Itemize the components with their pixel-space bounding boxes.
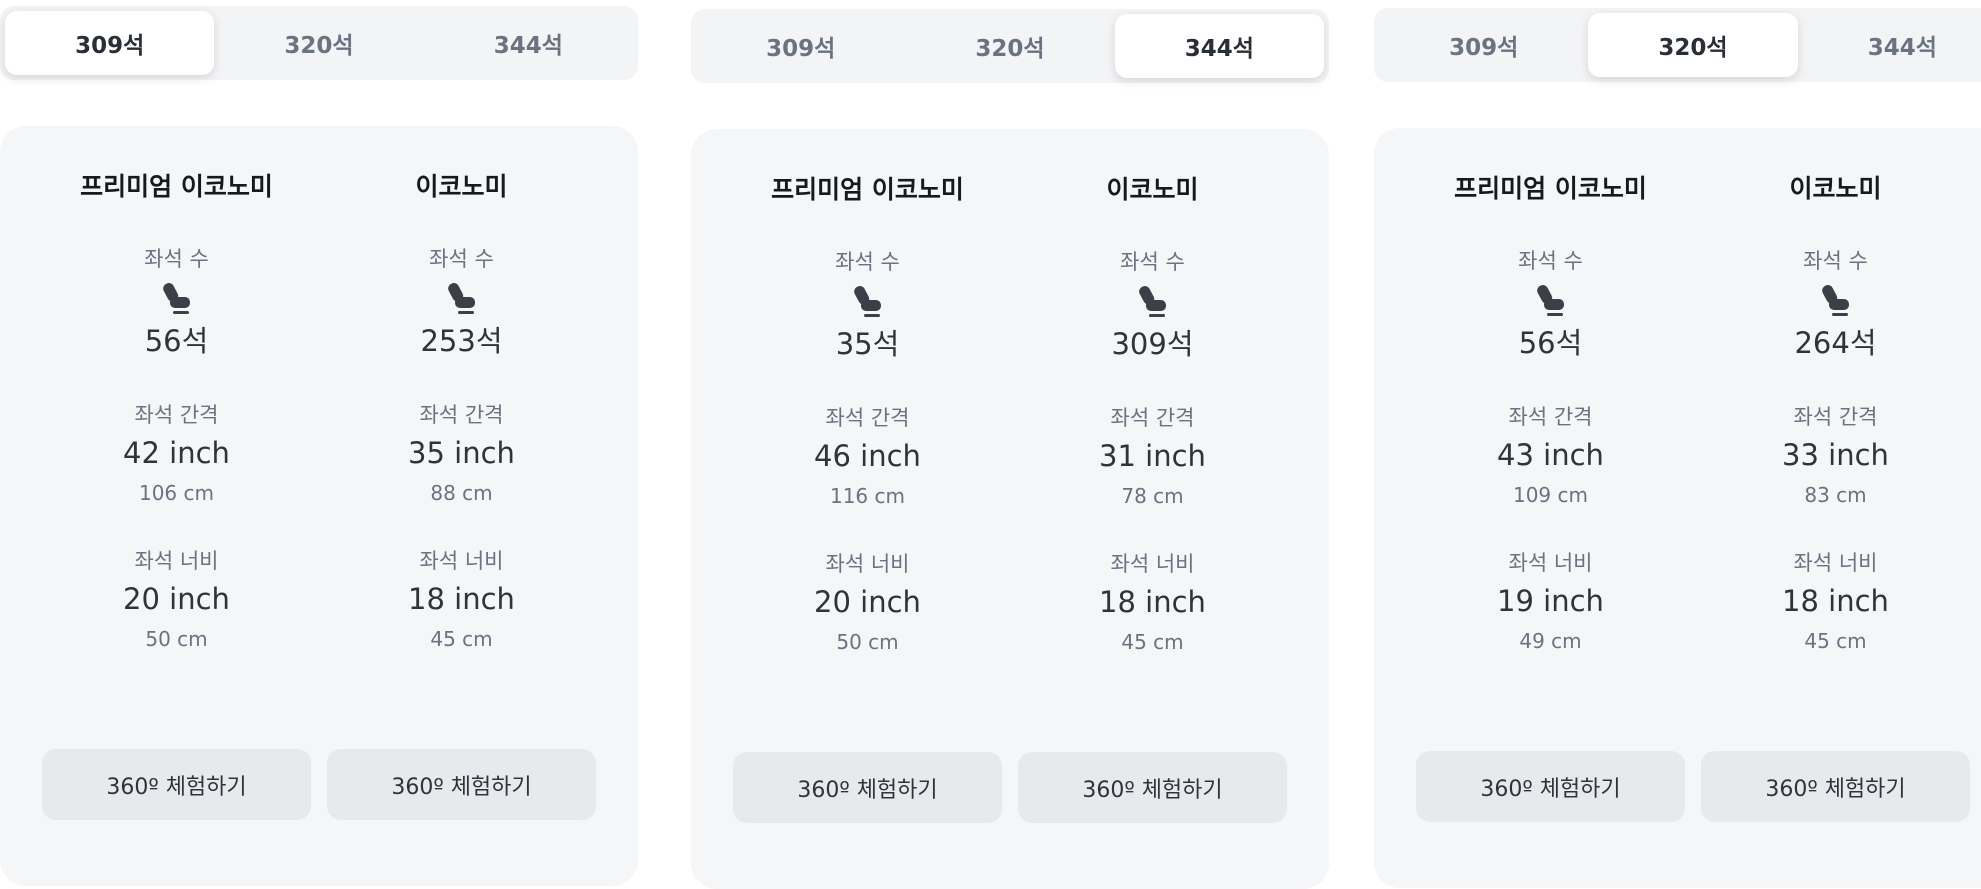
seat-count-value: 309석 <box>1111 327 1194 361</box>
seat-pitch-label: 좌석 간격 <box>1508 405 1593 429</box>
seat-count-label: 좌석 수 <box>1120 250 1185 274</box>
class-title: 프리미엄 이코노미 <box>771 175 964 204</box>
seat-width-cm: 45 cm <box>430 627 493 651</box>
economy-column: 이코노미 좌석 수 253석 좌석 간격 35 inch 88 cm 좌석 너비 <box>319 126 604 657</box>
seat-pitch-inch: 31 inch <box>1099 439 1206 473</box>
seat-pitch-inch: 42 inch <box>123 436 230 470</box>
tab-309[interactable]: 309석 <box>1379 13 1588 77</box>
seat-width-inch: 20 inch <box>814 585 921 619</box>
view-360-button[interactable]: 360º 체험하기 <box>1018 752 1287 823</box>
seat-pitch-cm: 88 cm <box>430 481 493 505</box>
aircraft-config-tabs: 309석 320석 344석 <box>1374 8 1981 82</box>
tab-309[interactable]: 309석 <box>696 14 905 78</box>
class-title: 이코노미 <box>1106 175 1199 204</box>
tab-320[interactable]: 320석 <box>214 11 423 75</box>
seat-width-label: 좌석 너비 <box>825 552 910 576</box>
seat-pitch-inch: 35 inch <box>408 436 515 470</box>
seat-count-value: 56석 <box>1518 326 1583 360</box>
seat-width-cm: 49 cm <box>1519 629 1582 653</box>
seat-count-value: 264석 <box>1794 326 1877 360</box>
economy-column: 이코노미 좌석 수 264석 좌석 간격 33 inch 83 cm 좌석 너비 <box>1693 128 1978 659</box>
seat-pitch-label: 좌석 간격 <box>1793 405 1878 429</box>
seat-icon <box>1408 281 1693 321</box>
tab-309[interactable]: 309석 <box>5 11 215 75</box>
premium-economy-column: 프리미엄 이코노미 좌석 수 56석 좌석 간격 42 inch 106 cm … <box>34 126 319 657</box>
view-360-button[interactable]: 360º 체험하기 <box>327 749 596 820</box>
seat-width-label: 좌석 너비 <box>1110 552 1195 576</box>
tab-344[interactable]: 344석 <box>1114 14 1324 78</box>
seat-width-inch: 20 inch <box>123 582 230 616</box>
seat-pitch-label: 좌석 간격 <box>825 406 910 430</box>
seat-width-label: 좌석 너비 <box>419 549 504 573</box>
seat-pitch-label: 좌석 간격 <box>134 403 219 427</box>
seat-icon <box>1010 282 1295 322</box>
seat-count-label: 좌석 수 <box>429 247 494 271</box>
view-360-button[interactable]: 360º 체험하기 <box>1701 751 1970 822</box>
seat-width-label: 좌석 너비 <box>1793 551 1878 575</box>
seat-width-label: 좌석 너비 <box>1508 551 1593 575</box>
seat-pitch-cm: 106 cm <box>138 481 214 505</box>
class-title: 프리미엄 이코노미 <box>1454 174 1647 203</box>
aircraft-config-tabs: 309석 320석 344석 <box>691 9 1329 83</box>
seat-spec-card: 프리미엄 이코노미 좌석 수 56석 좌석 간격 43 inch 109 cm … <box>1374 128 1981 888</box>
seat-pitch-label: 좌석 간격 <box>419 403 504 427</box>
premium-economy-column: 프리미엄 이코노미 좌석 수 56석 좌석 간격 43 inch 109 cm … <box>1408 128 1693 659</box>
seat-width-cm: 45 cm <box>1804 629 1867 653</box>
seat-width-inch: 18 inch <box>1782 584 1889 618</box>
seat-width-label: 좌석 너비 <box>134 549 219 573</box>
tab-320[interactable]: 320석 <box>905 14 1114 78</box>
seat-pitch-inch: 33 inch <box>1782 438 1889 472</box>
seat-width-cm: 50 cm <box>836 630 899 654</box>
seat-pitch-inch: 43 inch <box>1497 438 1604 472</box>
seat-icon <box>725 282 1010 322</box>
seat-width-cm: 50 cm <box>145 627 208 651</box>
tab-344[interactable]: 344석 <box>1798 13 1981 77</box>
seat-spec-card: 프리미엄 이코노미 좌석 수 56석 좌석 간격 42 inch 106 cm … <box>0 126 638 886</box>
seat-count-label: 좌석 수 <box>144 247 209 271</box>
seat-icon <box>34 279 319 319</box>
seat-count-label: 좌석 수 <box>835 250 900 274</box>
seat-icon <box>1693 281 1978 321</box>
economy-column: 이코노미 좌석 수 309석 좌석 간격 31 inch 78 cm 좌석 너비 <box>1010 129 1295 660</box>
seat-count-value: 56석 <box>144 324 209 358</box>
view-360-button[interactable]: 360º 체험하기 <box>1416 751 1685 822</box>
seat-width-inch: 18 inch <box>408 582 515 616</box>
premium-economy-column: 프리미엄 이코노미 좌석 수 35석 좌석 간격 46 inch 116 cm … <box>725 129 1010 660</box>
seat-pitch-cm: 83 cm <box>1804 483 1867 507</box>
seat-spec-card: 프리미엄 이코노미 좌석 수 35석 좌석 간격 46 inch 116 cm … <box>691 129 1329 889</box>
seat-count-label: 좌석 수 <box>1803 249 1868 273</box>
seat-count-label: 좌석 수 <box>1518 249 1583 273</box>
class-title: 이코노미 <box>1789 174 1882 203</box>
seat-width-inch: 19 inch <box>1497 584 1604 618</box>
tab-320[interactable]: 320석 <box>1588 13 1798 77</box>
seat-pitch-cm: 116 cm <box>829 484 905 508</box>
seat-pitch-label: 좌석 간격 <box>1110 406 1195 430</box>
class-title: 이코노미 <box>415 172 508 201</box>
seat-count-value: 35석 <box>835 327 900 361</box>
seat-count-value: 253석 <box>420 324 503 358</box>
seat-width-cm: 45 cm <box>1121 630 1184 654</box>
aircraft-config-tabs: 309석 320석 344석 <box>0 6 638 80</box>
seat-icon <box>319 279 604 319</box>
view-360-button[interactable]: 360º 체험하기 <box>733 752 1002 823</box>
seat-width-inch: 18 inch <box>1099 585 1206 619</box>
seat-pitch-inch: 46 inch <box>814 439 921 473</box>
class-title: 프리미엄 이코노미 <box>80 172 273 201</box>
seat-pitch-cm: 109 cm <box>1512 483 1588 507</box>
seat-pitch-cm: 78 cm <box>1121 484 1184 508</box>
view-360-button[interactable]: 360º 체험하기 <box>42 749 311 820</box>
tab-344[interactable]: 344석 <box>424 11 633 75</box>
